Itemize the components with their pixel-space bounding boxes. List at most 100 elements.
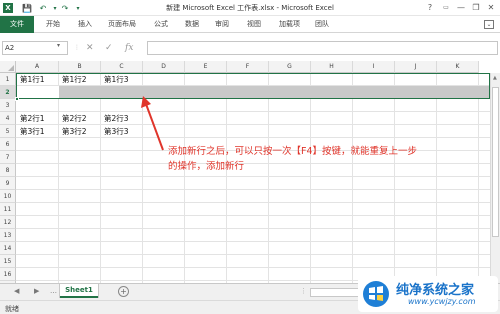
help-button[interactable]: ? — [424, 2, 436, 13]
formula-bar-grip-icon: ⋮ — [74, 44, 80, 51]
column-header-b[interactable]: B — [59, 61, 101, 73]
cell-c5[interactable]: 第3行3 — [101, 125, 129, 138]
gridline-vertical — [268, 73, 269, 283]
excel-logo-icon: X — [3, 3, 13, 13]
name-box-dropdown-icon[interactable]: ▾ — [57, 42, 60, 49]
row-header-14[interactable]: 14 — [0, 242, 16, 255]
row-header-6[interactable]: 6 — [0, 138, 16, 151]
insert-function-icon[interactable]: fx — [125, 43, 133, 53]
column-header-e[interactable]: E — [185, 61, 227, 73]
column-header-j[interactable]: J — [395, 61, 437, 73]
sheet-more-icon[interactable]: … — [50, 287, 57, 295]
annotation-line-1: 添加新行之后，可以只按一次【F4】按键，就能重复上一步 — [168, 146, 418, 157]
gridline-horizontal — [16, 254, 500, 255]
row-header-4[interactable]: 4 — [0, 112, 16, 125]
tab-insert[interactable]: 插入 — [78, 16, 92, 33]
column-header-k[interactable]: K — [437, 61, 479, 73]
gridline-horizontal — [16, 189, 500, 190]
cell-c1[interactable]: 第1行3 — [101, 73, 129, 86]
scroll-up-icon[interactable]: ▲ — [493, 75, 497, 81]
fill-handle[interactable] — [15, 97, 19, 101]
confirm-entry-icon[interactable]: ✓ — [105, 43, 113, 53]
tab-review[interactable]: 审阅 — [215, 16, 229, 33]
cell-b4[interactable]: 第2行2 — [59, 112, 87, 125]
row-header-8[interactable]: 8 — [0, 164, 16, 177]
gridline-horizontal — [16, 215, 500, 216]
gridline-vertical — [352, 73, 353, 283]
row-header-16[interactable]: 16 — [0, 268, 16, 281]
customize-quick-access-icon[interactable]: ▾ — [73, 3, 83, 13]
gridline-vertical — [436, 73, 437, 283]
row-header-12[interactable]: 12 — [0, 216, 16, 229]
sheet-tab-sheet1[interactable]: Sheet1 — [60, 284, 98, 298]
gridline-vertical — [394, 73, 395, 283]
row-header-15[interactable]: 15 — [0, 255, 16, 268]
row-header-9[interactable]: 9 — [0, 177, 16, 190]
vertical-scroll-thumb[interactable] — [492, 87, 499, 237]
annotation-line-2: 的操作，添加新行 — [168, 161, 245, 172]
minimize-button[interactable]: — — [455, 2, 467, 13]
column-header-c[interactable]: C — [101, 61, 143, 73]
close-button[interactable]: ✕ — [485, 2, 497, 13]
undo-dropdown-icon[interactable]: ▾ — [50, 3, 60, 13]
gridline-vertical — [142, 73, 143, 283]
redo-icon[interactable]: ↷ — [60, 3, 70, 13]
cell-c4[interactable]: 第2行3 — [101, 112, 129, 125]
status-ready: 就绪 — [5, 305, 19, 313]
row-header-5[interactable]: 5 — [0, 125, 16, 138]
ribbon-display-options-icon[interactable]: ▭ — [440, 2, 452, 13]
gridline-horizontal — [16, 202, 500, 203]
row-header-13[interactable]: 13 — [0, 229, 16, 242]
row-header-10[interactable]: 10 — [0, 190, 16, 203]
gridline-vertical — [226, 73, 227, 283]
select-all-button[interactable] — [0, 61, 16, 73]
tab-view[interactable]: 视图 — [247, 16, 261, 33]
gridline-horizontal — [16, 241, 500, 242]
tab-add-ins[interactable]: 加载项 — [279, 16, 300, 33]
column-header-a[interactable]: A — [16, 61, 59, 73]
tab-formulas[interactable]: 公式 — [154, 16, 168, 33]
gridline-horizontal — [16, 111, 500, 112]
watermark-logo-icon — [363, 281, 389, 307]
cancel-entry-icon[interactable]: ✕ — [86, 43, 94, 53]
restore-button[interactable]: ❐ — [470, 2, 482, 13]
row-header-3[interactable]: 3 — [0, 99, 16, 112]
site-watermark: 纯净系统之家 www.ycwjzy.com — [358, 276, 498, 312]
formula-bar: A2 ▾ ⋮ ✕ ✓ fx — [0, 40, 500, 56]
tab-split-handle[interactable]: ⋮ — [300, 287, 307, 295]
tab-file[interactable]: 文件 — [0, 16, 34, 33]
column-header-h[interactable]: H — [311, 61, 353, 73]
gridline-horizontal — [16, 124, 500, 125]
ribbon-tabs: 文件 开始 插入 页面布局 公式 数据 审阅 视图 加载项 团队 ⌄ — [0, 16, 500, 33]
column-header-i[interactable]: I — [353, 61, 395, 73]
column-header-g[interactable]: G — [269, 61, 311, 73]
tab-data[interactable]: 数据 — [185, 16, 199, 33]
gridline-vertical — [100, 73, 101, 283]
tab-home[interactable]: 开始 — [46, 16, 60, 33]
cell-a5[interactable]: 第3行1 — [17, 125, 45, 138]
next-sheet-icon[interactable]: ▶ — [34, 287, 39, 295]
cell-a1[interactable]: 第1行1 — [17, 73, 45, 86]
column-header-d[interactable]: D — [143, 61, 185, 73]
cell-b5[interactable]: 第3行2 — [59, 125, 87, 138]
cell-a4[interactable]: 第2行1 — [17, 112, 45, 125]
tab-page-layout[interactable]: 页面布局 — [108, 16, 136, 33]
cell-b1[interactable]: 第1行2 — [59, 73, 87, 86]
column-header-f[interactable]: F — [227, 61, 269, 73]
expand-ribbon-icon[interactable]: ⌄ — [484, 20, 494, 29]
gridline-vertical — [184, 73, 185, 283]
selection-outline — [16, 73, 490, 99]
undo-icon[interactable]: ↶ — [38, 3, 48, 13]
formula-input[interactable] — [147, 41, 498, 55]
save-icon[interactable]: 💾 — [22, 3, 32, 13]
gridline-vertical — [478, 73, 479, 283]
row-header-1[interactable]: 1 — [0, 73, 16, 86]
prev-sheet-icon[interactable]: ◀ — [14, 287, 19, 295]
vertical-scrollbar[interactable]: ▲ — [490, 73, 500, 283]
tab-team[interactable]: 团队 — [315, 16, 329, 33]
row-header-2[interactable]: 2 — [0, 86, 16, 99]
add-sheet-button[interactable]: + — [118, 286, 129, 297]
row-header-11[interactable]: 11 — [0, 203, 16, 216]
row-header-7[interactable]: 7 — [0, 151, 16, 164]
gridline-horizontal — [16, 228, 500, 229]
